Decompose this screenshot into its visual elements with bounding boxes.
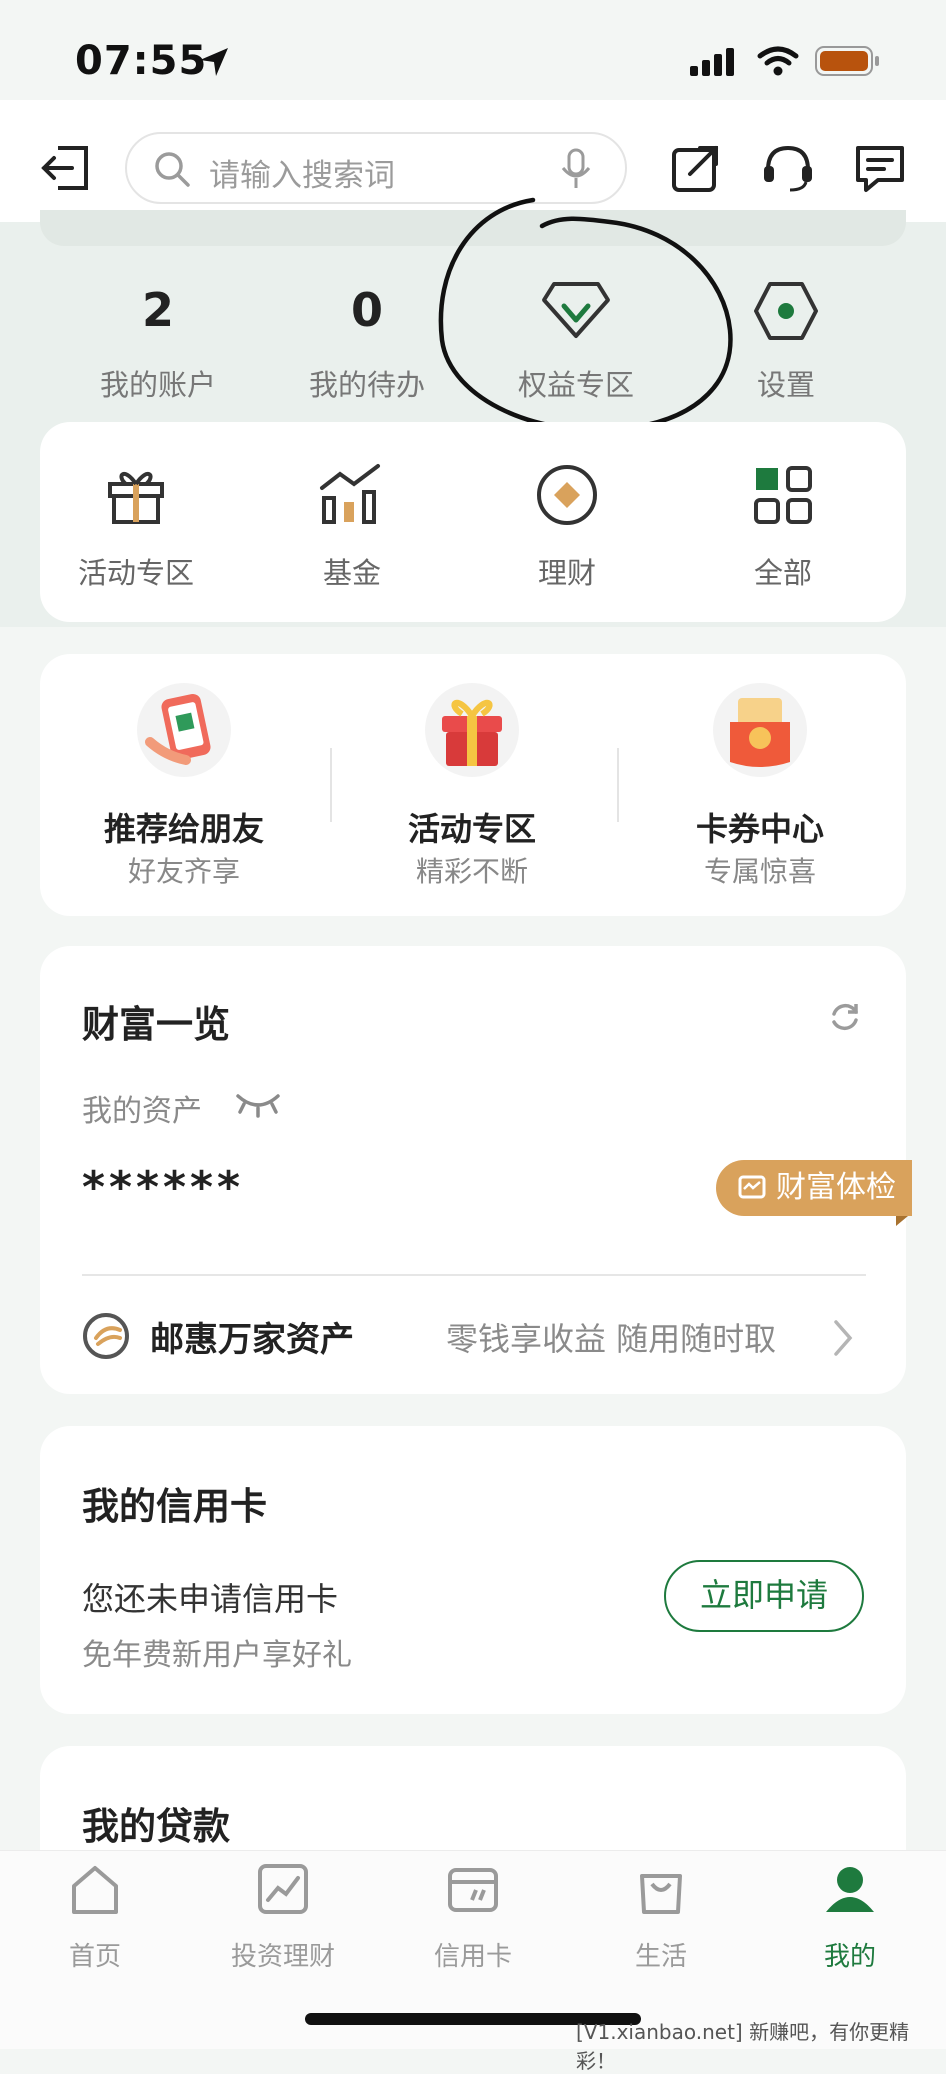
promo-coupon-subtitle: 专属惊喜 — [703, 855, 816, 888]
recommend-phone-icon[interactable] — [136, 682, 232, 778]
promo-activity-subtitle: 精彩不断 — [415, 855, 528, 888]
watermark-text: [V1.xianbao.net] 新赚吧，有你更精彩！ — [576, 2020, 910, 2073]
product-name[interactable]: 邮惠万家资产 — [150, 1312, 354, 1361]
home-icon[interactable] — [68, 1862, 122, 1916]
chevron-right-icon[interactable] — [832, 1318, 856, 1358]
gift-box-icon[interactable] — [424, 682, 520, 778]
credit-status-text: 您还未申请信用卡 — [82, 1580, 339, 1618]
tab-life[interactable]: 生活 — [591, 1936, 731, 1973]
promo-recommend-title[interactable]: 推荐给朋友 — [64, 804, 304, 850]
product-logo-icon — [83, 1313, 129, 1359]
credit-offer-text: 免年费新用户享好礼 — [82, 1638, 352, 1673]
tab-credit-card[interactable]: 信用卡 — [403, 1936, 543, 1973]
grid-wealth-label[interactable]: 理财 — [477, 550, 657, 592]
search-placeholder: 请输入搜索词 — [209, 158, 395, 194]
promo-divider — [330, 748, 332, 822]
masked-assets-value: ****** — [82, 1162, 245, 1213]
invest-chart-icon[interactable] — [256, 1862, 310, 1916]
promo-divider — [617, 748, 619, 822]
microphone-icon[interactable] — [559, 148, 593, 190]
location-arrow-icon — [200, 48, 228, 76]
tab-home[interactable]: 首页 — [25, 1936, 165, 1973]
all-grid-icon[interactable] — [752, 464, 814, 526]
gift-icon[interactable] — [104, 462, 168, 526]
search-icon — [155, 152, 190, 187]
exit-icon[interactable] — [38, 140, 94, 196]
hand-drawn-circle-annotation — [438, 197, 733, 433]
promo-activity-title[interactable]: 活动专区 — [352, 804, 592, 850]
product-description[interactable]: 零钱享收益 随用随时取 — [446, 1314, 776, 1360]
status-time: 07:55 — [75, 38, 208, 84]
card-icon[interactable] — [446, 1862, 500, 1916]
fund-chart-icon[interactable] — [318, 462, 384, 526]
message-icon[interactable] — [852, 140, 908, 196]
wealth-divider — [82, 1274, 866, 1276]
promo-coupon-title[interactable]: 卡券中心 — [640, 804, 880, 850]
wealth-coin-icon[interactable] — [534, 462, 600, 528]
loan-title: 我的贷款 — [82, 1805, 230, 1848]
user-icon[interactable] — [822, 1862, 878, 1918]
grid-activity-label[interactable]: 活动专区 — [46, 550, 226, 592]
wifi-icon — [757, 46, 799, 76]
wealth-title: 财富一览 — [82, 1003, 230, 1046]
customer-service-icon[interactable] — [760, 140, 816, 196]
apply-now-button[interactable]: 立即申请 — [664, 1560, 864, 1632]
checkup-monitor-icon — [738, 1175, 766, 1199]
share-screen-icon[interactable] — [668, 140, 724, 196]
assets-label: 我的资产 — [82, 1094, 202, 1129]
tab-invest[interactable]: 投资理财 — [213, 1936, 353, 1973]
accounts-label[interactable]: 我的账户 — [68, 362, 248, 404]
coupon-envelope-icon[interactable] — [712, 682, 808, 778]
eye-closed-icon[interactable] — [234, 1086, 282, 1120]
cellular-signal-icon — [690, 48, 734, 76]
checkup-label: 财富体检 — [776, 1170, 896, 1205]
gear-icon[interactable] — [752, 280, 820, 342]
shopping-bag-icon[interactable] — [634, 1862, 688, 1916]
wealth-checkup-button[interactable]: 财富体检 — [716, 1160, 912, 1216]
tab-mine[interactable]: 我的 — [780, 1936, 920, 1973]
credit-title: 我的信用卡 — [82, 1485, 267, 1528]
refresh-icon[interactable] — [828, 1000, 862, 1034]
grid-fund-label[interactable]: 基金 — [262, 550, 442, 592]
badge-ribbon-fold — [896, 1216, 908, 1226]
accounts-count[interactable]: 2 — [68, 283, 248, 337]
grid-all-label[interactable]: 全部 — [693, 550, 873, 592]
promo-recommend-subtitle: 好友齐享 — [127, 855, 240, 888]
battery-icon — [815, 46, 879, 76]
